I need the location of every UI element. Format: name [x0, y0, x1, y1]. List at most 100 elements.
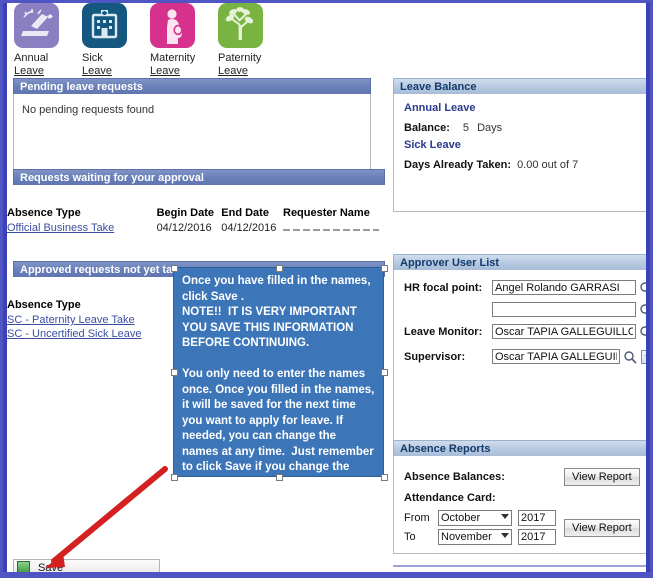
- approver-row-secondary: [404, 302, 646, 317]
- field-label: Leave Monitor:: [404, 325, 483, 338]
- tile-label-line1: Annual: [14, 52, 49, 64]
- balance-unit: Days: [477, 122, 503, 134]
- attendance-card-row: Attendance Card:: [404, 492, 644, 504]
- tile-label-line2: Leave: [218, 65, 248, 77]
- panel-body: HR focal point: Leave Monitor:: [393, 270, 646, 442]
- leave-type-tiles: Annual Leave Sick Leave Maternity Leave …: [11, 3, 283, 78]
- application-page: Annual Leave Sick Leave Maternity Leave …: [3, 3, 650, 573]
- from-month-value: October: [441, 512, 481, 524]
- magnifier-icon[interactable]: [623, 350, 637, 364]
- panel-header: Leave Balance: [393, 78, 646, 94]
- bottom-accent-line: [393, 565, 646, 567]
- callout-handle-ne[interactable]: [381, 265, 388, 272]
- tile-label-line2: Leave: [82, 65, 112, 77]
- add-approver-button[interactable]: +: [641, 349, 646, 364]
- tile-label-line1: Sick: [82, 52, 103, 64]
- begin-date-cell: 04/12/2016: [156, 222, 212, 234]
- column-begin-date: Begin Date: [156, 207, 215, 219]
- callout-handle-nw[interactable]: [171, 265, 178, 272]
- approver-row-hr-focal-point: HR focal point:: [404, 280, 646, 295]
- view-report-attendance-button[interactable]: View Report: [564, 519, 640, 537]
- tree-icon[interactable]: [218, 3, 263, 48]
- leave-monitor-input[interactable]: [492, 324, 636, 339]
- to-row: To November 2017: [404, 529, 556, 545]
- to-label: To: [404, 531, 416, 543]
- days-taken-value: 0.00 out of 7: [517, 159, 579, 171]
- column-end-date: End Date: [221, 207, 269, 219]
- requester-name-cell: [283, 221, 379, 235]
- callout-handle-se[interactable]: [381, 474, 388, 481]
- balance-value: 5: [462, 122, 470, 134]
- beach-chair-icon[interactable]: [14, 3, 59, 48]
- tile-label-line2: Leave: [14, 65, 44, 77]
- end-date-cell: 04/12/2016: [221, 222, 277, 234]
- tile-label-line2: Leave: [150, 65, 180, 77]
- panel-body: Absence Balances: View Report Attendance…: [393, 456, 646, 554]
- annual-leave-label[interactable]: Annual Leave: [404, 102, 644, 114]
- leave-balance-panel: Leave Balance Annual Leave Balance: 5 Da…: [393, 78, 646, 212]
- panel-header: Requests waiting for your approval: [13, 169, 385, 185]
- attendance-card-label: Attendance Card:: [404, 492, 496, 504]
- absence-reports-panel: Absence Reports Absence Balances: View R…: [393, 440, 646, 554]
- approver-row-supervisor: Supervisor: + −: [404, 349, 646, 364]
- from-label: From: [404, 512, 430, 524]
- pregnant-woman-icon[interactable]: [150, 3, 195, 48]
- balance-label: Balance:: [404, 122, 450, 134]
- approver-user-list-panel: Approver User List HR focal point: Angel…: [393, 254, 646, 442]
- tile-label-line1: Paternity: [218, 52, 262, 64]
- callout-handle-s[interactable]: [276, 474, 283, 481]
- balance-row: Balance: 5 Days: [404, 122, 644, 134]
- panel-header: Absence Reports: [393, 440, 646, 456]
- magnifier-icon[interactable]: [639, 303, 650, 317]
- callout-handle-w[interactable]: [171, 369, 178, 376]
- magnifier-icon[interactable]: [639, 281, 650, 295]
- pending-leave-requests-panel: Pending leave requests No pending reques…: [13, 78, 371, 176]
- tile-paternity-leave[interactable]: Paternity Leave: [215, 3, 283, 78]
- absence-type-link[interactable]: SC - Uncertified Sick Leave: [7, 328, 142, 340]
- sick-leave-label[interactable]: Sick Leave: [404, 139, 644, 151]
- supervisor-input[interactable]: [492, 349, 620, 364]
- from-row: From October 2017: [404, 510, 556, 526]
- hospital-icon[interactable]: [82, 3, 127, 48]
- tile-label: Annual Leave: [14, 52, 48, 78]
- field-label: HR focal point:: [404, 281, 483, 294]
- hr-focal-point-input[interactable]: [492, 280, 636, 295]
- chevron-down-icon: [501, 533, 509, 538]
- table-row: Official Business Take 04/12/2016 04/12/…: [7, 221, 379, 235]
- secondary-approver-input[interactable]: [492, 302, 636, 317]
- chevron-down-icon: [501, 514, 509, 519]
- absence-balances-row: Absence Balances: View Report: [404, 468, 644, 486]
- from-year-input[interactable]: 2017: [518, 510, 556, 526]
- tile-label-line1: Maternity: [150, 52, 196, 64]
- to-month-select[interactable]: November: [438, 529, 512, 545]
- tile-label: Maternity Leave: [150, 52, 195, 78]
- callout-handle-e[interactable]: [381, 369, 388, 376]
- approver-row-leave-monitor: Leave Monitor:: [404, 324, 646, 339]
- tile-sick-leave[interactable]: Sick Leave: [79, 3, 147, 78]
- tile-maternity-leave[interactable]: Maternity Leave: [147, 3, 215, 78]
- tile-label: Paternity Leave: [218, 52, 261, 78]
- absence-balances-label: Absence Balances:: [404, 471, 505, 483]
- panel-body: No pending requests found: [13, 94, 371, 176]
- column-requester-name: Requester Name: [283, 207, 370, 219]
- panel-body: Annual Leave Balance: 5 Days Sick Leave …: [393, 94, 646, 212]
- from-month-select[interactable]: October: [438, 510, 512, 526]
- waiting-requests-table: Absence Type Begin Date End Date Request…: [7, 207, 379, 235]
- tile-label: Sick Leave: [82, 52, 112, 78]
- callout-handle-n[interactable]: [276, 265, 283, 272]
- magnifier-icon[interactable]: [639, 325, 650, 339]
- absence-type-link[interactable]: SC - Paternity Leave Take: [7, 314, 135, 326]
- tile-annual-leave[interactable]: Annual Leave: [11, 3, 79, 78]
- panel-header: Pending leave requests: [13, 78, 371, 94]
- column-absence-type: Absence Type: [7, 207, 81, 219]
- days-taken-label: Days Already Taken:: [404, 159, 511, 171]
- panel-header: Approver User List: [393, 254, 646, 270]
- absence-type-link[interactable]: Official Business Take: [7, 222, 114, 234]
- view-report-balances-button[interactable]: View Report: [564, 468, 640, 486]
- field-label: Supervisor:: [404, 350, 466, 363]
- redacted-name: [283, 222, 379, 231]
- to-year-input[interactable]: 2017: [518, 529, 556, 545]
- to-month-value: November: [441, 531, 492, 543]
- days-taken-row: Days Already Taken: 0.00 out of 7: [404, 159, 644, 171]
- empty-message: No pending requests found: [22, 104, 155, 116]
